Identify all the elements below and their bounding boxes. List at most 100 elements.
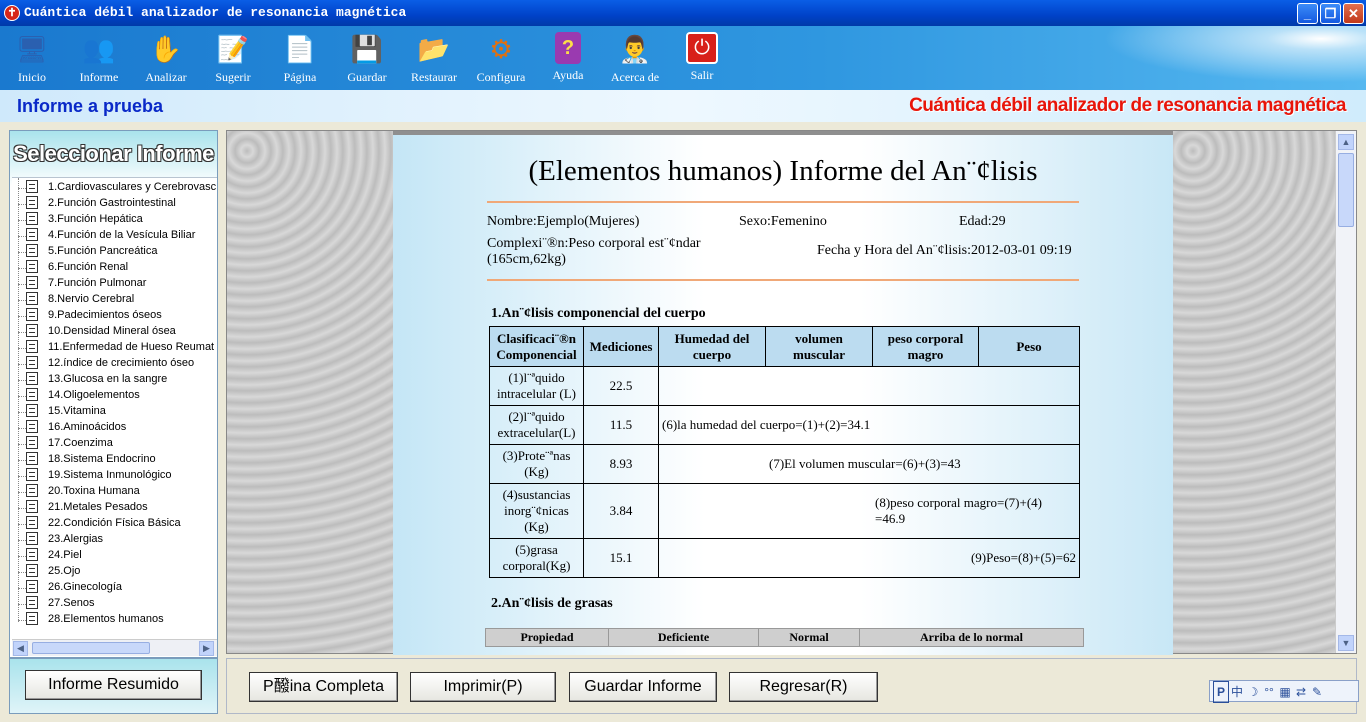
toolbar-glow	[1066, 26, 1366, 90]
ime-punct-icon[interactable]: °°	[1261, 682, 1277, 702]
summary-panel: Informe Resumido	[9, 658, 218, 714]
sidebar-item[interactable]: 3.Función Hepática	[18, 212, 143, 228]
toolbar-sugerir-button[interactable]: 📝 Sugerir	[201, 28, 265, 88]
section-title: 1.An¨¢lisis componencial del cuerpo	[491, 306, 706, 321]
sidebar-item[interactable]: 1.Cardiovasculares y Cerebrovasc	[18, 180, 216, 196]
sidebar-item[interactable]: 14.Oligoelementos	[18, 388, 140, 404]
full-page-button[interactable]: P醱ina Completa	[249, 672, 398, 702]
hand-icon: ✋	[149, 34, 183, 64]
report-page-icon	[26, 260, 38, 273]
minimize-button[interactable]: _	[1297, 3, 1318, 24]
sidebar-item-label: 11.Enfermedad de Hueso Reumat	[48, 341, 215, 353]
scroll-thumb[interactable]	[1338, 153, 1354, 227]
sidebar-item[interactable]: 23.Alergias	[18, 532, 103, 548]
fat-analysis-table: Propiedad Deficiente Normal Arriba de lo…	[485, 628, 1084, 647]
scroll-right-icon[interactable]: ▶	[199, 641, 214, 656]
scroll-thumb[interactable]	[32, 642, 150, 654]
ime-chinese-icon[interactable]: 中	[1229, 682, 1245, 702]
sidebar-item[interactable]: 11.Enfermedad de Hueso Reumat	[18, 340, 215, 356]
ime-keyboard-icon[interactable]: ▦	[1277, 682, 1293, 702]
toolbar-ayuda-button[interactable]: ? Ayuda	[536, 28, 600, 88]
viewer-background-right	[1173, 131, 1335, 653]
table-header: volumen muscular	[765, 326, 873, 367]
sidebar-item[interactable]: 28.Elementos humanos	[18, 612, 164, 628]
sidebar-item[interactable]: 5.Función Pancreática	[18, 244, 158, 260]
toolbar-inicio-button[interactable]: 🖥 Inicio	[0, 28, 64, 88]
sidebar-item[interactable]: 9.Padecimientos óseos	[18, 308, 162, 324]
ime-logo-icon[interactable]: P	[1213, 681, 1229, 703]
sidebar-item-label: 7.Función Pulmonar	[48, 277, 147, 289]
sidebar-item[interactable]: 24.Piel	[18, 548, 82, 564]
sidebar-item-label: 8.Nervio Cerebral	[48, 293, 135, 305]
brand-title: Cuántica débil analizador de resonancia …	[909, 95, 1346, 116]
ime-toolbar[interactable]: P 中 ☽ °° ▦ ⇄ ✎	[1209, 680, 1359, 703]
sidebar-item[interactable]: 16.Aminoácidos	[18, 420, 126, 436]
sidebar-item[interactable]: 19.Sistema Inmunológico	[18, 468, 172, 484]
report-page-icon	[26, 292, 38, 305]
table-header: Deficiente	[608, 628, 759, 647]
toolbar-guardar-button[interactable]: 💾 Guardar	[335, 28, 399, 88]
toolbar-analizar-button[interactable]: ✋ Analizar	[134, 28, 198, 88]
table-header: Clasificaci¨®n Componencial	[489, 326, 584, 367]
scroll-down-icon[interactable]: ▼	[1338, 635, 1354, 651]
row-note: (9)Peso=(8)+(5)=62	[658, 538, 1080, 578]
sidebar-item-label: 19.Sistema Inmunológico	[48, 469, 172, 481]
sidebar-item-label: 13.Glucosa en la sangre	[48, 373, 168, 385]
summary-report-button[interactable]: Informe Resumido	[25, 670, 202, 700]
sidebar-item[interactable]: 18.Sistema Endocrino	[18, 452, 156, 468]
sidebar-item[interactable]: 27.Senos	[18, 596, 95, 612]
sidebar-item[interactable]: 7.Función Pulmonar	[18, 276, 147, 292]
sidebar-item[interactable]: 26.Ginecología	[18, 580, 122, 596]
row-value: 3.84	[583, 483, 659, 539]
row-value: 8.93	[583, 444, 659, 484]
report-page-icon	[26, 356, 38, 369]
sidebar-item[interactable]: 17.Coenzima	[18, 436, 113, 452]
table-header: peso corporal magro	[872, 326, 979, 367]
sidebar-item-label: 27.Senos	[48, 597, 95, 609]
maximize-button[interactable]: ❐	[1320, 3, 1341, 24]
toolbar-pagina-button[interactable]: 📄 Página	[268, 28, 332, 88]
scroll-up-icon[interactable]: ▲	[1338, 134, 1354, 150]
sidebar-item[interactable]: 2.Función Gastrointestinal	[18, 196, 176, 212]
sidebar-item[interactable]: 10.Densidad Mineral ósea	[18, 324, 176, 340]
toolbar-salir-button[interactable]: ⏻ Salir	[670, 28, 734, 88]
sidebar-item-label: 24.Piel	[48, 549, 82, 561]
toolbar-informe-button[interactable]: 👥 Informe	[67, 28, 131, 88]
table-header: Mediciones	[583, 326, 659, 367]
ime-switch-icon[interactable]: ⇄	[1293, 682, 1309, 702]
row-label: (5)grasa corporal(Kg)	[489, 538, 584, 578]
sidebar-item[interactable]: 21.Metales Pesados	[18, 500, 148, 516]
sidebar-item[interactable]: 13.Glucosa en la sangre	[18, 372, 168, 388]
toolbar-label: Salir	[690, 68, 714, 82]
toolbar-configura-button[interactable]: ⚙ Configura	[469, 28, 533, 88]
sidebar-horizontal-scrollbar[interactable]: ◀ ▶	[12, 639, 217, 656]
patient-complexion-detail: (165cm,62kg)	[487, 252, 566, 267]
ime-settings-icon[interactable]: ✎	[1309, 682, 1325, 702]
row-note: (6)la humedad del cuerpo=(1)+(2)=34.1	[658, 405, 1080, 445]
close-button[interactable]: ✕	[1343, 3, 1364, 24]
sidebar-item[interactable]: 12.índice de crecimiento óseo	[18, 356, 194, 372]
print-button[interactable]: Imprimir(P)	[410, 672, 556, 702]
sidebar-item[interactable]: 15.Vitamina	[18, 404, 106, 420]
section-title: 2.An¨¢lisis de grasas	[491, 596, 613, 611]
back-button[interactable]: Regresar(R)	[729, 672, 878, 702]
ime-moon-icon[interactable]: ☽	[1245, 682, 1261, 702]
toolbar-acerca-button[interactable]: 👨‍⚕ Acerca de	[603, 28, 667, 88]
analysis-datetime: Fecha y Hora del An¨¢lisis:2012-03-01 09…	[817, 243, 1072, 258]
sidebar-item-label: 5.Función Pancreática	[48, 245, 158, 257]
viewer-vertical-scrollbar[interactable]: ▲ ▼	[1335, 131, 1356, 653]
toolbar-restaurar-button[interactable]: 📂 Restaurar	[402, 28, 466, 88]
sidebar-item[interactable]: 22.Condición Física Básica	[18, 516, 181, 532]
save-report-button[interactable]: Guardar Informe	[569, 672, 717, 702]
sidebar-item-label: 18.Sistema Endocrino	[48, 453, 156, 465]
sidebar-item[interactable]: 25.Ojo	[18, 564, 80, 580]
document-pen-icon: 📝	[216, 34, 250, 64]
sidebar-item[interactable]: 6.Función Renal	[18, 260, 128, 276]
scroll-left-icon[interactable]: ◀	[13, 641, 28, 656]
toolbar-label: Restaurar	[411, 70, 457, 84]
sidebar-item[interactable]: 4.Función de la Vesícula Biliar	[18, 228, 195, 244]
sidebar-item[interactable]: 8.Nervio Cerebral	[18, 292, 135, 308]
sidebar-item[interactable]: 20.Toxina Humana	[18, 484, 140, 500]
row-label: (4)sustancias inorg¨¢nicas (Kg)	[489, 483, 584, 539]
patient-sex: Sexo:Femenino	[739, 214, 827, 229]
